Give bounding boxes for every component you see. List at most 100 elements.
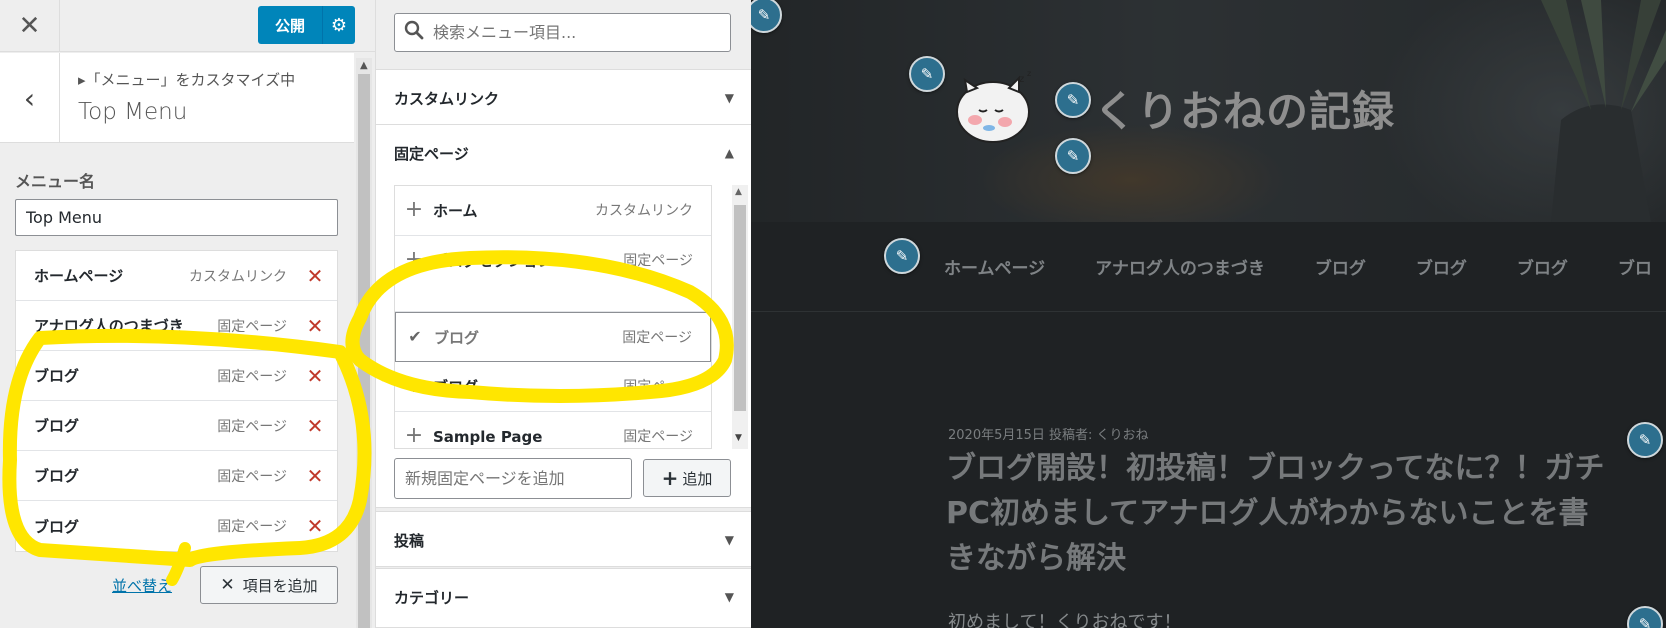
search-icon [395,20,433,45]
menu-item-title: ブログ [34,417,80,435]
accordion-categories[interactable]: カテゴリー ▼ [376,568,752,628]
menu-name-input[interactable] [15,199,338,236]
close-button[interactable]: ✕ [0,0,60,52]
page-item[interactable]: + ブログ 固定ページ [395,362,711,412]
new-page-input[interactable] [394,458,632,499]
delete-icon[interactable]: ✕ [303,514,327,538]
page-item-added[interactable]: ✔ ブログ 固定ページ [395,312,711,362]
gear-icon[interactable]: ⚙ [322,6,355,44]
delete-icon[interactable]: ✕ [303,414,327,438]
accordion-custom-links[interactable]: カスタムリンク ▼ [376,69,752,125]
page-item-title: ブログセクション [433,252,554,270]
edit-pencil-icon[interactable]: ✎ [909,56,945,92]
edit-pencil-icon[interactable]: ✎ [1055,138,1091,174]
page-item-title: Sample Page [433,428,543,446]
section-header: ‹ ▸「メニュー」をカスタマイズ中 Top Menu [0,53,354,143]
reorder-link[interactable]: 並べ替え [112,575,172,596]
scroll-up-arrow-icon[interactable]: ▲ [735,187,742,197]
nav-item[interactable]: ブロ [1618,254,1652,279]
menu-items-list: ホームページ カスタムリンク ✕ アナログ人のつまづき 固定ページ ✕ ブログ … [15,250,338,552]
menu-item-type: 固定ページ [217,519,287,535]
menu-item-type: 固定ページ [217,318,287,335]
page-title: Top Menu [78,99,188,125]
scroll-down-arrow-icon[interactable]: ▼ [735,433,742,443]
page-item-title: ブログ [433,378,479,396]
close-icon: ✕ [18,11,41,41]
site-logo: z z [956,69,1031,143]
accordion-title: 投稿 [394,531,425,550]
nav-item[interactable]: ブログ [1315,254,1366,279]
scrollbar-thumb[interactable] [734,205,746,411]
page-item-type: カスタムリンク [595,203,693,219]
menu-item[interactable]: ブログ 固定ページ ✕ [16,451,337,501]
publish-label: 公開 [274,16,305,35]
menu-name-label: メニュー名 [15,172,96,191]
plus-icon: + [404,423,424,448]
search-box[interactable] [394,13,731,52]
add-page-button[interactable]: + 追加 [643,459,731,497]
menu-item-title: ブログ [34,517,80,536]
nav-item[interactable]: ブログ [1517,254,1568,279]
customizer-header: ✕ 公開 ⚙ [0,0,375,52]
nav-item[interactable]: ブログ [1416,254,1467,279]
site-preview: z z くりおねの記録 ホームページ アナログ人のつまづき ブログ ブログ ブロ… [751,0,1666,628]
scrollbar-thumb[interactable] [358,74,370,628]
menu-item[interactable]: アナログ人のつまづき 固定ページ ✕ [16,301,337,351]
accordion-posts[interactable]: 投稿 ▼ [376,511,752,567]
chevron-left-icon: ‹ [23,81,36,115]
post-excerpt: 初めまして！くりおねです！ [948,612,1182,628]
back-button[interactable]: ‹ [0,53,60,143]
accordion-title: カテゴリー [394,588,470,607]
page-item-type: 固定ページ [623,253,693,269]
page-item-type: 固定ページ [623,379,693,395]
menu-item-title: アナログ人のつまづき [34,317,184,335]
menu-item-type: 固定ページ [217,418,287,435]
menu-item[interactable]: ブログ 固定ページ ✕ [16,401,337,451]
pages-list: + ホーム カスタムリンク + ブログセクション 固定ページ ✔ ブログ 固定ペ… [394,185,712,449]
menu-item[interactable]: ホームページ カスタムリンク ✕ [16,251,337,301]
edit-pencil-icon[interactable]: ✎ [884,238,920,274]
page-item-type: 固定ページ [623,429,693,445]
add-page-label: 追加 [682,469,713,488]
chevron-down-icon: ▼ [724,91,734,105]
search-input[interactable] [433,23,730,42]
delete-icon[interactable]: ✕ [303,364,327,388]
svg-text:z: z [1027,69,1031,78]
accordion-title: 固定ページ [394,144,469,163]
delete-icon[interactable]: ✕ [303,264,327,288]
page-item[interactable]: + ブログセクション 固定ページ [395,236,711,312]
nav-item[interactable]: アナログ人のつまづき [1095,254,1265,279]
menu-item-title: ブログ [34,367,80,385]
menu-item-type: 固定ページ [217,468,287,485]
page-item-type: 固定ページ [622,330,692,346]
customizer-panel: ✕ 公開 ⚙ ‹ ▸「メニュー」をカスタマイズ中 Top Menu メニュー名 … [0,0,375,628]
publish-button[interactable]: 公開 ⚙ [258,6,355,44]
post-meta: 2020年5月15日 投稿者: くりおね [948,428,1149,443]
add-items-button[interactable]: ✕ 項目を追加 [200,566,338,604]
plus-icon: + [661,466,679,490]
page-item-title: ブログ [434,329,480,347]
menu-item[interactable]: ブログ 固定ページ ✕ [16,501,337,551]
menu-item-type: カスタムリンク [189,268,287,285]
menu-item-title: ブログ [34,467,80,485]
scrollbar[interactable]: ▲ ▼ [732,185,748,449]
nav-item[interactable]: ホームページ [944,254,1045,279]
page-item-title: ホーム [433,202,478,220]
scroll-up-arrow-icon[interactable]: ▲ [360,60,368,71]
menu-item[interactable]: ブログ 固定ページ ✕ [16,351,337,401]
site-title[interactable]: くりおねの記録 [1094,78,1395,139]
accordion-title: カスタムリンク [394,89,500,108]
chevron-up-icon: ▲ [724,146,734,160]
scrollbar[interactable]: ▲ [356,58,372,628]
close-icon: ✕ [220,575,235,595]
page-item[interactable]: + ホーム カスタムリンク [395,186,711,236]
chevron-down-icon: ▼ [724,590,734,604]
delete-icon[interactable]: ✕ [303,314,327,338]
delete-icon[interactable]: ✕ [303,464,327,488]
edit-pencil-icon[interactable]: ✎ [1627,422,1663,458]
post-title[interactable]: ブログ開設！初投稿！ブロックってなに？！ガチPC初めましてアナログ人がわからない… [946,446,1606,581]
page-item[interactable]: + Sample Page 固定ページ [395,412,711,448]
edit-pencil-icon[interactable]: ✎ [1055,82,1091,118]
edit-pencil-icon[interactable]: ✎ [1627,606,1663,628]
available-items-panel: カスタムリンク ▼ 固定ページ ▲ + ホーム カスタムリンク + ブログセクシ… [375,0,752,628]
